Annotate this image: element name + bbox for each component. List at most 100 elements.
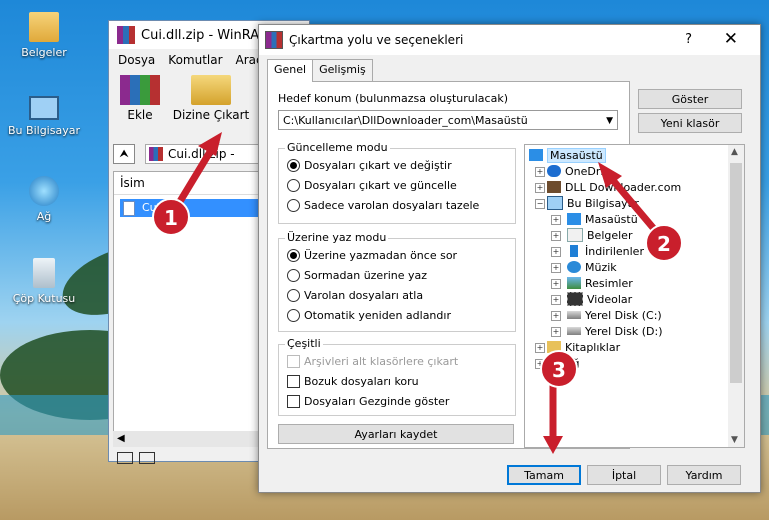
add-button-label: Ekle <box>127 108 153 122</box>
expand-icon[interactable]: + <box>535 343 545 353</box>
chevron-down-icon[interactable]: ▼ <box>606 111 613 131</box>
tree-node-music[interactable]: Müzik <box>567 259 617 275</box>
update-option-update[interactable]: Dosyaları çıkart ve güncelle <box>287 179 457 192</box>
videos-icon <box>567 292 583 306</box>
desktop-icon-belgeler[interactable]: Belgeler <box>4 12 84 59</box>
tab-gelismis[interactable]: Gelişmiş <box>312 59 373 81</box>
up-folder-icon[interactable]: ⮝ <box>113 144 135 164</box>
user-folder-icon <box>547 181 561 193</box>
tree-node-disk-c[interactable]: Yerel Disk (C:) <box>567 307 662 323</box>
expand-icon[interactable]: + <box>551 231 561 241</box>
option-label: Bozuk dosyaları koru <box>304 375 419 388</box>
tree-node-pictures[interactable]: Resimler <box>567 275 633 291</box>
option-label: Sadece varolan dosyaları tazele <box>304 199 480 212</box>
tree-vertical-scrollbar[interactable]: ▲ ▼ <box>728 145 744 447</box>
dialog-titlebar: Çıkartma yolu ve seçenekleri ? ✕ <box>259 25 760 55</box>
tree-node-pc-desktop[interactable]: Masaüstü <box>567 211 638 227</box>
overwrite-option-without-prompt[interactable]: Sormadan üzerine yaz <box>287 269 427 282</box>
overwrite-option-ask[interactable]: Üzerine yazmadan önce sor <box>287 249 457 262</box>
expand-icon[interactable]: + <box>551 327 561 337</box>
scroll-down-icon[interactable]: ▼ <box>731 435 738 445</box>
misc-group: Çeşitli Arşivleri alt klasörlere çıkart … <box>278 337 516 416</box>
cancel-button[interactable]: İptal <box>587 465 661 485</box>
expand-icon[interactable]: + <box>551 247 561 257</box>
update-option-replace[interactable]: Dosyaları çıkart ve değiştir <box>287 159 452 172</box>
update-mode-group: Güncelleme modu Dosyaları çıkart ve deği… <box>278 141 516 224</box>
expand-icon[interactable]: + <box>551 311 561 321</box>
tree-node-label: Müzik <box>585 260 617 274</box>
tree-node-onedrive[interactable]: OneDri <box>547 163 603 179</box>
tab-genel[interactable]: Genel <box>267 59 314 82</box>
desktop-icon-label: Belgeler <box>21 46 67 59</box>
folder-tree[interactable]: Masaüstü + OneDri + DLL Downloader.com −… <box>524 144 745 448</box>
show-button[interactable]: Göster <box>638 89 742 109</box>
update-option-freshen[interactable]: Sadece varolan dosyaları tazele <box>287 199 479 212</box>
extract-to-button[interactable]: Dizine Çıkart <box>171 71 251 127</box>
collapse-icon[interactable]: − <box>535 199 545 209</box>
tree-node-label: İndirilenler <box>585 244 644 258</box>
scroll-up-icon[interactable]: ▲ <box>731 147 738 157</box>
help-button[interactable]: Yardım <box>667 465 741 485</box>
disk-icon <box>567 327 581 335</box>
add-button[interactable]: Ekle <box>109 71 171 127</box>
destination-path-combo[interactable]: C:\Kullanıcılar\DllDownloader_com\Masaüs… <box>278 110 618 130</box>
ok-button[interactable]: Tamam <box>507 465 581 485</box>
overwrite-option-rename[interactable]: Otomatik yeniden adlandır <box>287 309 451 322</box>
scrollbar-thumb[interactable] <box>730 163 742 383</box>
help-icon[interactable]: ? <box>685 32 692 47</box>
save-settings-button[interactable]: Ayarları kaydet <box>278 424 514 444</box>
tree-node-label: Masaüstü <box>547 147 606 163</box>
network-icon <box>29 176 59 206</box>
menu-dosya[interactable]: Dosya <box>118 53 155 67</box>
tree-node-label: Videolar <box>587 292 633 306</box>
radio-button[interactable] <box>287 309 300 322</box>
tree-node-user[interactable]: DLL Downloader.com <box>547 179 681 195</box>
radio-button[interactable] <box>287 179 300 192</box>
downloads-icon <box>570 245 578 257</box>
expand-icon[interactable]: + <box>535 167 545 177</box>
music-icon <box>567 261 581 273</box>
overwrite-option-skip[interactable]: Varolan dosyaları atla <box>287 289 423 302</box>
tree-node-disk-d[interactable]: Yerel Disk (D:) <box>567 323 663 339</box>
expand-icon[interactable]: + <box>551 215 561 225</box>
computer-icon <box>547 196 563 210</box>
menu-komutlar[interactable]: Komutlar <box>168 53 222 67</box>
radio-button[interactable] <box>287 249 300 262</box>
radio-button[interactable] <box>287 199 300 212</box>
desktop-icon-cop-kutusu[interactable]: Çöp Kutusu <box>4 258 84 305</box>
desktop-icon-ag[interactable]: Ağ <box>4 176 84 223</box>
documents-icon <box>567 228 583 242</box>
new-folder-button[interactable]: Yeni klasör <box>638 113 742 133</box>
misc-option-keep-broken[interactable]: Bozuk dosyaları koru <box>287 375 419 388</box>
step-marker-1: 1 <box>152 198 190 236</box>
checkbox[interactable] <box>287 395 300 408</box>
option-label: Dosyaları Gezginde göster <box>304 395 450 408</box>
tree-node-downloads[interactable]: İndirilenler <box>567 243 644 259</box>
option-label: Varolan dosyaları atla <box>304 289 424 302</box>
option-label: Üzerine yazmadan önce sor <box>304 249 458 262</box>
step-marker-3: 3 <box>540 350 578 388</box>
tree-node-documents[interactable]: Belgeler <box>567 227 632 243</box>
desktop-icon-bu-bilgisayar[interactable]: Bu Bilgisayar <box>4 96 84 137</box>
option-label: Sormadan üzerine yaz <box>304 269 428 282</box>
step-marker-2: 2 <box>645 224 683 262</box>
radio-button[interactable] <box>287 159 300 172</box>
radio-button[interactable] <box>287 289 300 302</box>
misc-option-show-in-explorer[interactable]: Dosyaları Gezginde göster <box>287 395 449 408</box>
tree-node-label: Resimler <box>585 276 633 290</box>
destination-label: Hedef konum (bulunmazsa oluşturulacak) <box>278 92 508 105</box>
tree-node-videos[interactable]: Videolar <box>567 291 632 307</box>
misc-option-subfolders: Arşivleri alt klasörlere çıkart <box>287 355 458 368</box>
radio-button[interactable] <box>287 269 300 282</box>
disk-icon <box>567 311 581 319</box>
extract-to-button-label: Dizine Çıkart <box>172 108 250 122</box>
expand-icon[interactable]: + <box>551 279 561 289</box>
tree-node-this-pc[interactable]: Bu Bilgisayar <box>547 195 639 211</box>
close-icon[interactable]: ✕ <box>724 29 738 49</box>
expand-icon[interactable]: + <box>535 183 545 193</box>
expand-icon[interactable]: + <box>551 295 561 305</box>
checkbox[interactable] <box>287 375 300 388</box>
tree-node-desktop[interactable]: Masaüstü <box>529 147 606 163</box>
expand-icon[interactable]: + <box>551 263 561 273</box>
computer-icon <box>29 96 59 120</box>
